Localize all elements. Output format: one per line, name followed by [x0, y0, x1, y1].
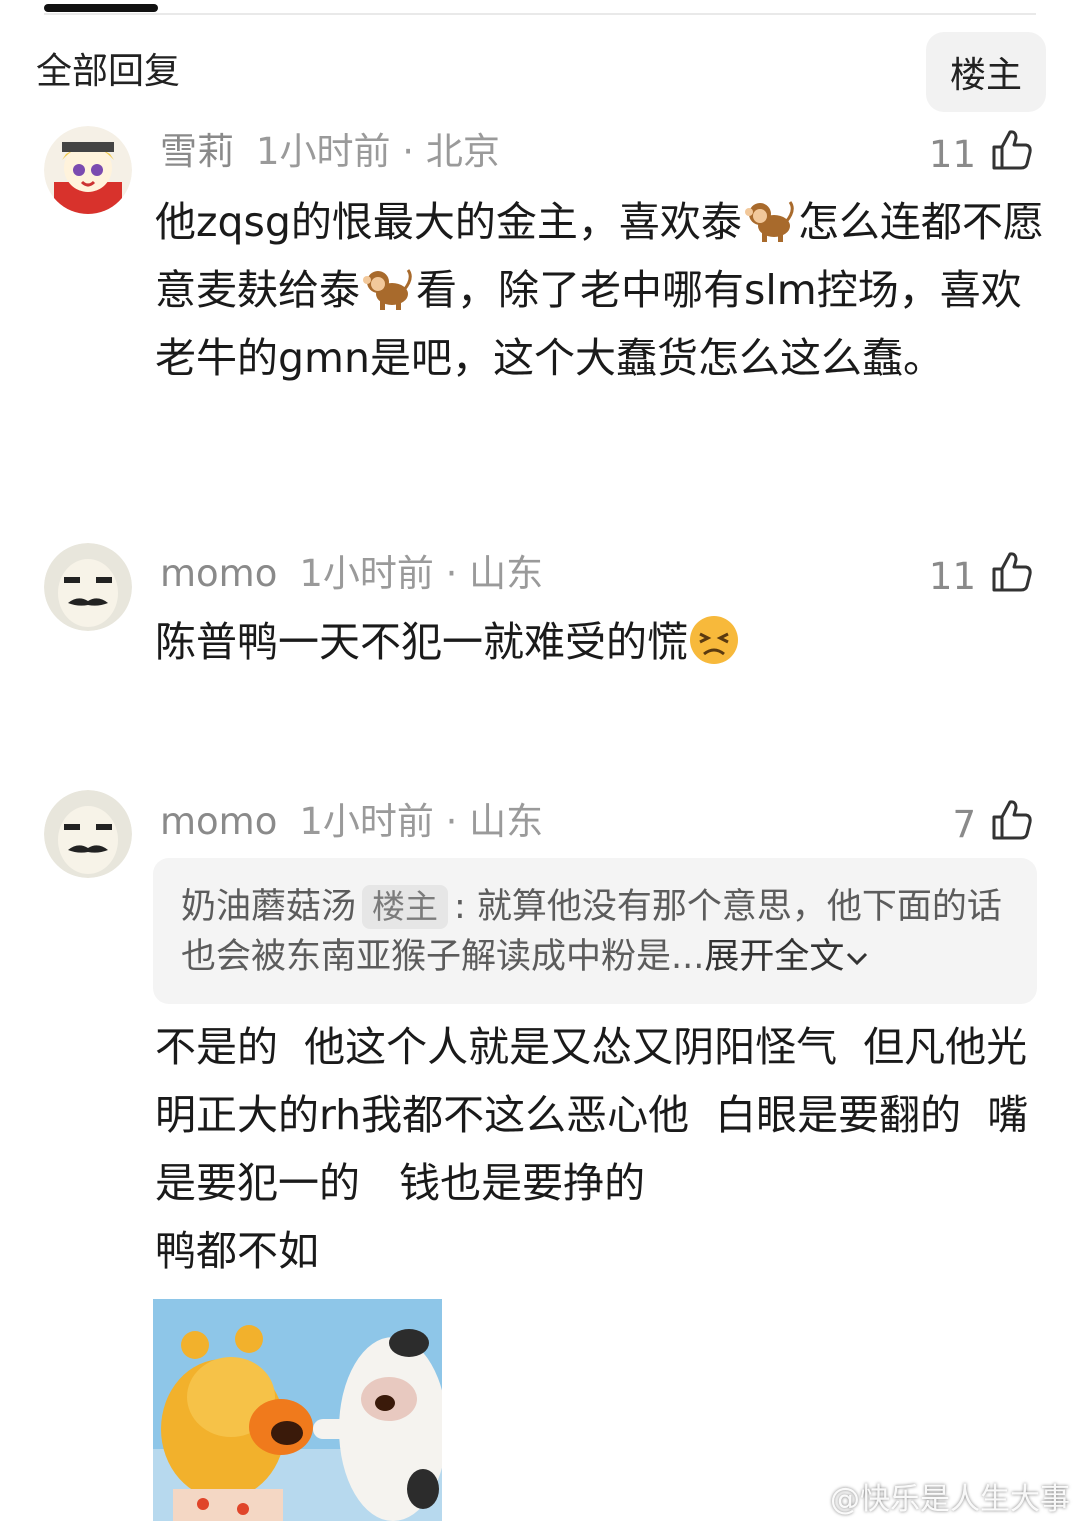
monkey-emoji	[362, 262, 414, 310]
comment-meta: 雪莉 1小时前 · 北京	[160, 130, 500, 174]
avatar[interactable]	[44, 126, 132, 214]
time-location: 1小时前 · 山东	[299, 552, 544, 595]
monkey-emoji	[744, 194, 796, 242]
op-filter-button[interactable]: 楼主	[926, 32, 1046, 112]
thumbs-up-icon	[988, 548, 1036, 605]
like-button[interactable]: 11	[929, 548, 1036, 605]
like-button[interactable]: 11	[929, 126, 1036, 183]
comment-text: 陈普鸭一天不犯一就难受的慌	[155, 608, 1045, 676]
comment-text: 不是的 他这个人就是又怂又阴阳怪气 但凡他光明正大的rh我都不这么恶心他 白眼是…	[155, 1023, 1029, 1275]
time-location: 1小时前 · 北京	[256, 130, 500, 173]
time-location: 1小时前 · 山东	[299, 800, 544, 843]
thumbs-up-icon	[988, 796, 1036, 853]
watermark: @快乐是人生大事	[830, 1482, 1070, 1517]
chevron-down-icon	[844, 937, 870, 977]
avatar[interactable]	[44, 790, 132, 878]
thumbs-up-icon	[988, 126, 1036, 183]
top-divider	[44, 13, 1036, 15]
quote-author[interactable]: 奶油蘑菇汤	[181, 887, 356, 927]
quoted-reply[interactable]: 奶油蘑菇汤 楼主: 就算他没有那个意思，他下面的话也会被东南亚猴子解读成中粉是..…	[153, 858, 1037, 1004]
comment-meta: momo 1小时前 · 山东	[160, 800, 543, 844]
top-indicator	[44, 4, 158, 12]
avatar[interactable]	[44, 543, 132, 631]
persevering-face-emoji	[688, 614, 740, 666]
like-count: 7	[952, 803, 976, 846]
username[interactable]: momo	[160, 552, 277, 595]
comment-meta: momo 1小时前 · 山东	[160, 552, 543, 596]
op-badge: 楼主	[362, 885, 449, 929]
username[interactable]: momo	[160, 800, 277, 843]
comment-text: 他zqsg的恨最大的金主，喜欢泰 怎么连都不愿意麦麸给泰 看，除了老中哪有slm控场…	[155, 188, 1045, 392]
section-title: 全部回复	[36, 51, 181, 92]
expand-full-text-link[interactable]: 展开全文	[704, 937, 870, 977]
like-button[interactable]: 7	[952, 796, 1036, 853]
username[interactable]: 雪莉	[160, 130, 234, 173]
reply-image[interactable]	[153, 1299, 442, 1521]
like-count: 11	[928, 133, 976, 176]
like-count: 11	[928, 555, 976, 598]
